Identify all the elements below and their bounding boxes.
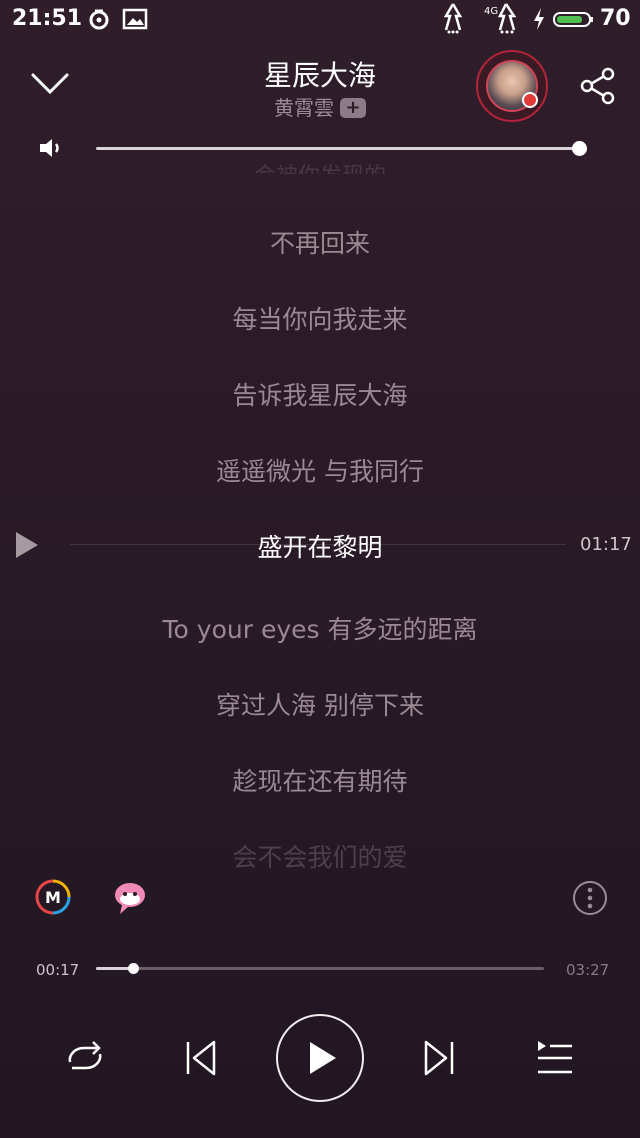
signal-icon (443, 3, 463, 34)
battery-icon (553, 12, 593, 27)
speaker-icon[interactable] (38, 136, 66, 160)
lyric-line: 穿过人海 别停下来 (216, 691, 424, 720)
app-notification-icon (89, 9, 109, 30)
svg-text:4G: 4G (484, 6, 498, 17)
pink-mascot-icon[interactable] (110, 878, 150, 918)
volume-slider[interactable] (96, 147, 580, 150)
lyric-line: 趁现在还有期待 (232, 767, 408, 796)
volume-knob[interactable] (572, 141, 587, 156)
lyric-seek-time: 01:17 (580, 534, 632, 555)
charging-icon (534, 8, 544, 30)
gallery-icon (122, 8, 148, 30)
live-badge-icon (522, 92, 538, 108)
lyric-line: 不再回来 (269, 229, 370, 258)
lyric-line: 遥遥微光 与我同行 (216, 457, 424, 486)
status-bar: 21:51 4G 70 (0, 0, 640, 40)
lyric-line: 会被你发现的 (0, 158, 640, 174)
total-time: 03:27 (566, 961, 610, 979)
status-time: 21:51 (12, 6, 83, 31)
lyric-line: 会不会我们的爱 (232, 843, 408, 872)
play-icon[interactable] (306, 1040, 340, 1076)
current-lyric-line: 盛开在黎明 (257, 533, 383, 562)
elapsed-time: 00:17 (36, 961, 80, 979)
repeat-icon[interactable] (62, 1036, 108, 1080)
share-icon[interactable] (578, 66, 618, 106)
more-vertical-icon[interactable] (572, 880, 608, 916)
artist-name[interactable]: 黄霄雲 (274, 96, 334, 120)
lyric-line: 每当你向我走来 (232, 305, 408, 334)
network-4g-icon: 4G (484, 3, 517, 34)
follow-artist-button[interactable]: + (340, 98, 366, 118)
svg-text:M: M (45, 888, 61, 907)
battery-percentage: 70 (600, 6, 631, 31)
skip-previous-icon[interactable] (184, 1038, 218, 1078)
progress-knob[interactable] (128, 963, 139, 974)
m-logo-icon[interactable]: M (34, 878, 72, 916)
progress-track[interactable] (96, 967, 544, 970)
lyric-line: To your eyes 有多远的距离 (162, 615, 478, 644)
lyric-line: 告诉我星辰大海 (232, 381, 408, 410)
playlist-icon[interactable] (534, 1038, 576, 1078)
skip-next-icon[interactable] (422, 1038, 456, 1078)
